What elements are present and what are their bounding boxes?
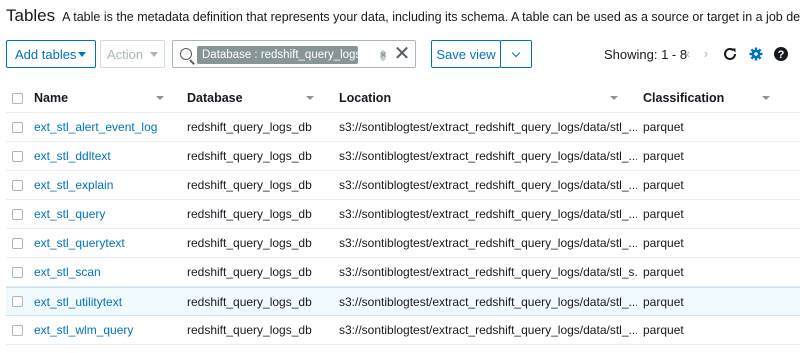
row-checkbox[interactable] (12, 179, 23, 191)
filter-token[interactable]: Database : redshift_query_logs_db × (197, 46, 387, 64)
location-cell: s3://sontiblogtest/extract_redshift_quer… (339, 265, 637, 279)
location-cell: s3://sontiblogtest/extract_redshift_quer… (339, 178, 637, 192)
location-cell: s3://sontiblogtest/extract_redshift_quer… (339, 294, 637, 309)
caret-down-icon (150, 51, 158, 57)
caret-down-icon (78, 51, 86, 57)
database-cell: redshift_query_logs_db (187, 265, 312, 279)
sort-icon[interactable] (306, 96, 314, 100)
table-name-link[interactable]: ext_stl_wlm_query (34, 323, 184, 337)
refresh-icon[interactable] (722, 46, 738, 62)
table-name-link[interactable]: ext_stl_utilitytext (34, 295, 184, 309)
select-all-checkbox[interactable] (12, 92, 23, 104)
classification-cell: parquet (643, 178, 684, 192)
svg-text:?: ? (778, 49, 785, 61)
database-cell: redshift_query_logs_db (187, 120, 312, 134)
remove-token-icon[interactable]: × (380, 49, 387, 61)
database-cell: redshift_query_logs_db (187, 178, 312, 192)
save-view-button[interactable]: Save view (431, 40, 501, 68)
filter-token-label: Database : redshift_query_logs_db (202, 49, 381, 61)
database-cell: redshift_query_logs_db (187, 207, 312, 221)
database-cell: redshift_query_logs_db (187, 236, 312, 250)
close-icon[interactable]: ✕ (392, 44, 412, 64)
row-checkbox[interactable] (12, 266, 23, 278)
classification-cell: parquet (643, 294, 684, 309)
classification-cell: parquet (643, 149, 684, 163)
row-checkbox[interactable] (12, 296, 23, 307)
page-header: Tables A table is the metadata definitio… (6, 6, 800, 28)
table-name-link[interactable]: ext_stl_explain (34, 178, 184, 192)
page-description: A table is the metadata definition that … (62, 10, 800, 24)
location-cell: s3://sontiblogtest/extract_redshift_quer… (339, 120, 637, 134)
classification-cell: parquet (643, 236, 684, 250)
table-row[interactable]: ext_stl_alert_event_log redshift_query_l… (6, 113, 800, 142)
chevron-left-icon[interactable]: ‹ (682, 47, 694, 61)
location-cell: s3://sontiblogtest/extract_redshift_quer… (339, 149, 637, 163)
action-button[interactable]: Action (100, 40, 165, 68)
classification-cell: parquet (643, 120, 684, 134)
classification-cell: parquet (643, 265, 684, 279)
database-cell: redshift_query_logs_db (187, 149, 312, 163)
table-row[interactable]: ext_stl_ddltext redshift_query_logs_db s… (6, 142, 800, 171)
sort-icon[interactable] (762, 96, 770, 100)
database-cell: redshift_query_logs_db (187, 294, 312, 309)
gear-icon[interactable] (748, 46, 764, 62)
table-name-link[interactable]: ext_stl_ddltext (34, 149, 184, 163)
row-checkbox[interactable] (12, 150, 23, 162)
database-cell: redshift_query_logs_db (187, 323, 312, 337)
chevron-down-icon (511, 48, 521, 57)
table-row[interactable]: ext_stl_utilitytext redshift_query_logs_… (6, 287, 800, 316)
table-row[interactable]: ext_stl_query redshift_query_logs_db s3:… (6, 200, 800, 229)
table-name-link[interactable]: ext_stl_scan (34, 265, 184, 279)
toolbar: Add tables Action Database : redshift_qu… (0, 40, 800, 70)
table-name-link[interactable]: ext_stl_querytext (34, 236, 184, 250)
row-checkbox[interactable] (12, 121, 23, 133)
table-name-link[interactable]: ext_stl_alert_event_log (34, 120, 184, 134)
add-tables-button[interactable]: Add tables (6, 40, 96, 68)
location-cell: s3://sontiblogtest/extract_redshift_quer… (339, 207, 637, 221)
add-tables-label: Add tables (15, 46, 77, 62)
table-name-link[interactable]: ext_stl_query (34, 207, 184, 221)
location-cell: s3://sontiblogtest/extract_redshift_quer… (339, 323, 637, 337)
chevron-right-icon[interactable]: › (700, 47, 712, 61)
table-header-row: Name Database Location Classification (6, 84, 800, 113)
column-header-database[interactable]: Database (187, 91, 337, 105)
table-row[interactable]: ext_stl_explain redshift_query_logs_db s… (6, 171, 800, 200)
table-row[interactable]: ext_stl_wlm_query redshift_query_logs_db… (6, 316, 800, 345)
save-view-label: Save view (436, 46, 496, 62)
save-view-dropdown-button[interactable] (500, 40, 532, 68)
column-header-location[interactable]: Location (339, 91, 637, 105)
location-cell: s3://sontiblogtest/extract_redshift_quer… (339, 236, 637, 250)
sort-icon[interactable] (610, 96, 618, 100)
pagination-status: Showing: 1 - 8 (604, 47, 688, 62)
sort-icon[interactable] (156, 96, 164, 100)
page-title: Tables (6, 6, 56, 25)
help-icon[interactable]: ? (773, 46, 789, 62)
action-label: Action (107, 46, 144, 62)
table-row[interactable]: ext_stl_querytext redshift_query_logs_db… (6, 229, 800, 258)
tables-table: Name Database Location Classification ex… (6, 84, 800, 345)
search-input[interactable]: Database : redshift_query_logs_db × ✕ (172, 40, 416, 68)
table-row[interactable]: ext_stl_scan redshift_query_logs_db s3:/… (6, 258, 800, 287)
row-checkbox[interactable] (12, 324, 23, 336)
classification-cell: parquet (643, 323, 684, 337)
row-checkbox[interactable] (12, 208, 23, 220)
row-checkbox[interactable] (12, 237, 23, 249)
classification-cell: parquet (643, 207, 684, 221)
search-icon (180, 48, 192, 60)
